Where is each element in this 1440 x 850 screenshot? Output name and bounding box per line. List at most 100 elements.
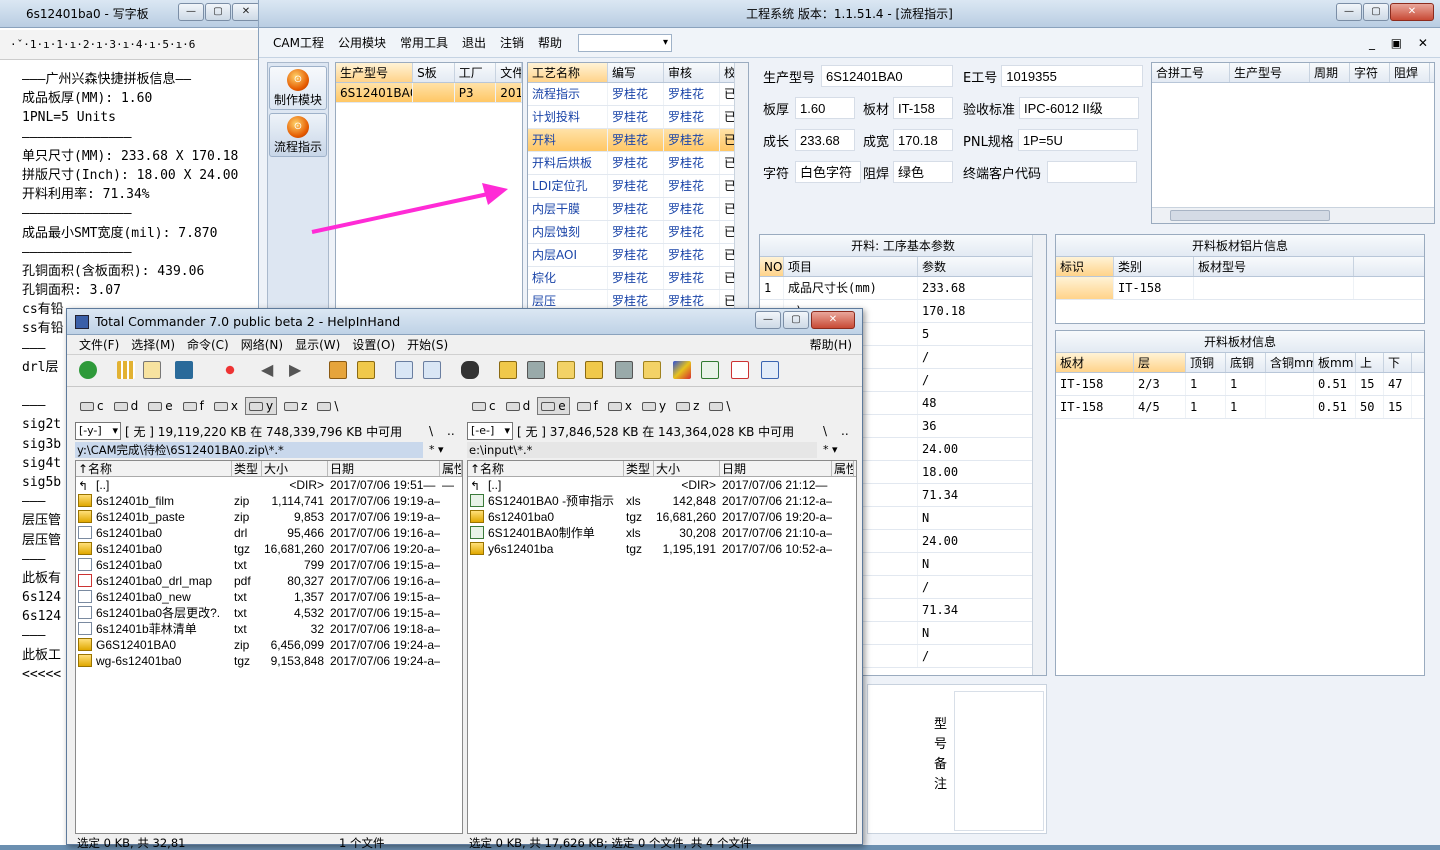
document-line[interactable]: —————————————— [22, 204, 261, 223]
tc-menu-network[interactable]: 网络(N) [241, 336, 283, 353]
column-header[interactable]: 类型 [624, 461, 654, 476]
drive-button-f[interactable]: f [574, 397, 601, 415]
params-scrollbar[interactable] [1032, 235, 1046, 675]
right-path[interactable]: e:\input\*.* [467, 442, 817, 458]
drive-button-z[interactable]: z [673, 397, 702, 415]
file-row[interactable]: 6s12401b_film zip 1,114,741 2017/07/06 19:1… [76, 493, 462, 509]
left-root-button[interactable]: \ [429, 424, 433, 438]
document-line[interactable]: ———广州兴森快捷拼板信息—— [22, 70, 261, 89]
column-header[interactable]: 属性 [440, 461, 462, 476]
column-header[interactable]: 阻焊 [1390, 63, 1430, 82]
right-filter[interactable]: * ▾ [823, 443, 838, 456]
menu-cam[interactable]: CAM工程 [271, 32, 326, 53]
drive-button-d[interactable]: d [111, 397, 142, 415]
drive-button-x[interactable]: x [211, 397, 241, 415]
material-field[interactable]: IT-158 [893, 97, 954, 119]
tc-minimize-button[interactable]: — [755, 311, 781, 329]
column-header[interactable]: 项目 [784, 257, 918, 276]
column-header[interactable]: 板材 [1056, 353, 1134, 372]
document-line[interactable]: 单只尺寸(MM): 233.68 X 170.18 [22, 147, 261, 166]
column-header[interactable]: 顶铜 [1186, 353, 1226, 372]
file-row[interactable]: 6S12401BA0 -预审指示 xls 142,848 2017/07/06 21:… [468, 493, 856, 509]
table-row[interactable]: 6S12401BA0 P3 201 [336, 83, 522, 103]
file-row[interactable]: 6s12401ba0_new txt 1,357 2017/07/06 19:15-a… [76, 589, 462, 605]
url-icon[interactable] [423, 361, 441, 379]
remark-field[interactable] [954, 691, 1044, 831]
file-row[interactable]: ↰ [..] <DIR> 2017/07/06 19:51— — [76, 477, 462, 493]
process-scrollbar[interactable] [734, 63, 748, 321]
drive-button-d[interactable]: d [503, 397, 534, 415]
scroll-thumb[interactable] [1170, 210, 1330, 221]
column-header[interactable]: 工厂 [455, 63, 497, 82]
column-header[interactable]: 周期 [1310, 63, 1350, 82]
table-row[interactable]: IT-158 4/5 1 1 0.51 50 15 [1056, 396, 1424, 419]
column-header[interactable]: 属性 [832, 461, 854, 476]
drive-button-c[interactable]: c [77, 397, 107, 415]
column-header[interactable]: 合拼工号 [1152, 63, 1230, 82]
table-row[interactable]: 流程指示 罗桂花 罗桂花已 [528, 83, 748, 106]
column-header[interactable]: 审核 [664, 63, 720, 82]
right-root-button[interactable]: \ [823, 424, 827, 438]
table-row[interactable]: IT-158 2/3 1 1 0.51 15 47 [1056, 373, 1424, 396]
file-row[interactable]: y6s12401ba tgz 1,195,191 2017/07/06 10:52-a… [468, 541, 856, 557]
document-line[interactable]: 孔铜面积: 3.07 [22, 281, 261, 300]
tc-menu-file[interactable]: 文件(F) [79, 336, 119, 353]
table-row[interactable]: 计划投料 罗桂花 罗桂花已 [528, 106, 748, 129]
column-header[interactable]: 类型 [232, 461, 262, 476]
file-row[interactable]: G6S12401BA0 zip 6,456,099 2017/07/06 19:24-… [76, 637, 462, 653]
right-drive-select[interactable]: [-e-] [467, 422, 513, 440]
column-header[interactable]: ↑名称 [468, 461, 624, 476]
table-row[interactable]: 开料后烘板 罗桂花 罗桂花已 [528, 152, 748, 175]
full-view-icon[interactable] [143, 361, 161, 379]
file-row[interactable]: 6s12401ba0 tgz 16,681,260 2017/07/06 19:20-… [76, 541, 462, 557]
file-row[interactable]: 6s12401ba0 drl 95,466 2017/07/06 19:16-a– [76, 525, 462, 541]
app-titlebar[interactable]: 工程系统 版本：1.1.51.4 - [流程指示] [259, 0, 1440, 28]
column-header[interactable]: 生产型号 [336, 63, 414, 82]
document-line[interactable]: 拼版尺寸(Inch): 18.00 X 24.00 [22, 166, 261, 185]
document-line[interactable]: —————————————— [22, 128, 261, 147]
table-row[interactable]: LDI定位孔 罗桂花 罗桂花已 [528, 175, 748, 198]
tool3-icon[interactable] [585, 361, 603, 379]
document-line[interactable]: 孔铜面积(含板面积): 439.06 [22, 262, 261, 281]
pdf-icon[interactable] [731, 361, 749, 379]
menu-exit[interactable]: 退出 [460, 32, 488, 53]
forward-icon[interactable]: ▶ [289, 361, 307, 379]
column-header[interactable]: 含铜mm [1266, 353, 1314, 372]
drive-button-z[interactable]: z [281, 397, 310, 415]
column-header[interactable]: 文件 [496, 63, 522, 82]
right-up-button[interactable]: .. [841, 424, 849, 438]
column-header[interactable]: 日期 [720, 461, 832, 476]
folder-icon[interactable] [557, 361, 575, 379]
column-header[interactable]: 日期 [328, 461, 440, 476]
thickness-field[interactable]: 1.60 [795, 97, 856, 119]
tc-menu-select[interactable]: 选择(M) [131, 336, 175, 353]
pack-icon[interactable] [329, 361, 347, 379]
column-header[interactable]: 参数 [918, 257, 1034, 276]
tc-menu-start[interactable]: 开始(S) [407, 336, 448, 353]
remark-area[interactable]: 型号备注 [867, 684, 1047, 834]
e-no-field[interactable]: 1019355 [1001, 65, 1144, 87]
right-file-pane[interactable]: ↑名称类型大小日期属性 ↰[..]<DIR>2017/07/06 21:12—6… [467, 460, 857, 834]
left-up-button[interactable]: .. [447, 424, 455, 438]
column-header[interactable]: NO [760, 257, 784, 276]
tc-titlebar[interactable]: Total Commander 7.0 public beta 2 - Help… [67, 309, 862, 335]
column-header[interactable]: 标识 [1056, 257, 1114, 276]
refresh-icon[interactable] [79, 361, 97, 379]
tc-menu-command[interactable]: 命令(C) [187, 336, 229, 353]
column-header[interactable]: 字符 [1350, 63, 1390, 82]
drive-button-net[interactable]: \ [314, 397, 341, 415]
column-header[interactable]: 类别 [1114, 257, 1194, 276]
maximize-button[interactable]: ▢ [205, 3, 231, 21]
width-field[interactable]: 170.18 [893, 129, 954, 151]
drive-button-f[interactable]: f [180, 397, 207, 415]
tc-maximize-button[interactable]: ▢ [783, 311, 809, 329]
merge-hscrollbar[interactable] [1152, 207, 1434, 223]
tc-close-button[interactable]: ✕ [811, 311, 855, 329]
app-close-button[interactable]: ✕ [1390, 3, 1434, 21]
folder2-icon[interactable] [643, 361, 661, 379]
left-drive-select[interactable]: [-y-] [75, 422, 121, 440]
close-button[interactable]: ✕ [232, 3, 260, 21]
column-header[interactable]: 编写 [608, 63, 664, 82]
standard-field[interactable]: IPC-6012 II级 [1019, 97, 1140, 119]
column-header[interactable]: ↑名称 [76, 461, 232, 476]
